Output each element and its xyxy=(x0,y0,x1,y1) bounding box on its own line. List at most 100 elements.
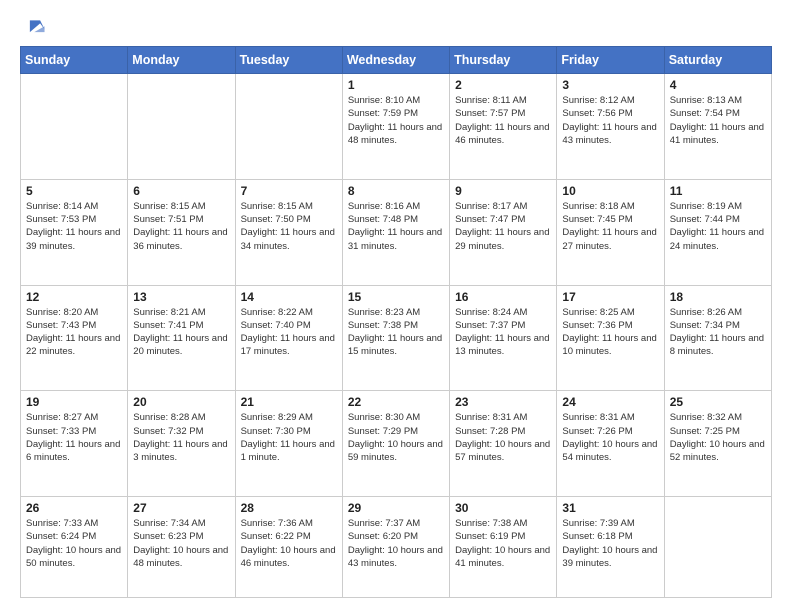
calendar-cell: 11 Sunrise: 8:19 AM Sunset: 7:44 PM Dayli… xyxy=(664,179,771,285)
calendar-cell xyxy=(235,74,342,180)
calendar-cell: 16 Sunrise: 8:24 AM Sunset: 7:37 PM Dayli… xyxy=(450,285,557,391)
calendar-cell: 23 Sunrise: 8:31 AM Sunset: 7:28 PM Dayli… xyxy=(450,391,557,497)
week-row-4: 19 Sunrise: 8:27 AM Sunset: 7:33 PM Dayli… xyxy=(21,391,772,497)
day-info: Sunrise: 8:21 AM Sunset: 7:41 PM Dayligh… xyxy=(133,306,229,359)
day-number: 3 xyxy=(562,78,658,92)
calendar-cell: 28 Sunrise: 7:36 AM Sunset: 6:22 PM Dayli… xyxy=(235,497,342,598)
calendar-cell: 5 Sunrise: 8:14 AM Sunset: 7:53 PM Daylig… xyxy=(21,179,128,285)
day-info: Sunrise: 7:34 AM Sunset: 6:23 PM Dayligh… xyxy=(133,517,229,570)
weekday-tuesday: Tuesday xyxy=(235,47,342,74)
week-row-3: 12 Sunrise: 8:20 AM Sunset: 7:43 PM Dayli… xyxy=(21,285,772,391)
week-row-1: 1 Sunrise: 8:10 AM Sunset: 7:59 PM Daylig… xyxy=(21,74,772,180)
day-number: 21 xyxy=(241,395,337,409)
calendar-cell: 2Sunrise: 8:11 AM Sunset: 7:57 PM Daylig… xyxy=(450,74,557,180)
calendar-cell: 14 Sunrise: 8:22 AM Sunset: 7:40 PM Dayli… xyxy=(235,285,342,391)
day-info: Sunrise: 8:17 AM Sunset: 7:47 PM Dayligh… xyxy=(455,200,551,253)
logo-icon xyxy=(24,16,46,38)
day-info: Sunrise: 8:25 AM Sunset: 7:36 PM Dayligh… xyxy=(562,306,658,359)
day-number: 5 xyxy=(26,184,122,198)
day-info: Sunrise: 8:16 AM Sunset: 7:48 PM Dayligh… xyxy=(348,200,444,253)
day-number: 30 xyxy=(455,501,551,515)
calendar-cell: 12 Sunrise: 8:20 AM Sunset: 7:43 PM Dayli… xyxy=(21,285,128,391)
day-number: 17 xyxy=(562,290,658,304)
calendar-cell: 22Sunrise: 8:30 AM Sunset: 7:29 PM Dayli… xyxy=(342,391,449,497)
day-info: Sunrise: 8:32 AM Sunset: 7:25 PM Dayligh… xyxy=(670,411,766,464)
day-info: Sunrise: 8:20 AM Sunset: 7:43 PM Dayligh… xyxy=(26,306,122,359)
day-number: 24 xyxy=(562,395,658,409)
week-row-2: 5 Sunrise: 8:14 AM Sunset: 7:53 PM Daylig… xyxy=(21,179,772,285)
day-number: 6 xyxy=(133,184,229,198)
calendar-cell xyxy=(128,74,235,180)
calendar-cell: 20 Sunrise: 8:28 AM Sunset: 7:32 PM Dayli… xyxy=(128,391,235,497)
calendar-cell: 15Sunrise: 8:23 AM Sunset: 7:38 PM Dayli… xyxy=(342,285,449,391)
day-number: 4 xyxy=(670,78,766,92)
calendar-cell: 24 Sunrise: 8:31 AM Sunset: 7:26 PM Dayli… xyxy=(557,391,664,497)
day-number: 23 xyxy=(455,395,551,409)
calendar-cell xyxy=(21,74,128,180)
day-info: Sunrise: 7:37 AM Sunset: 6:20 PM Dayligh… xyxy=(348,517,444,570)
weekday-sunday: Sunday xyxy=(21,47,128,74)
day-info: Sunrise: 7:33 AM Sunset: 6:24 PM Dayligh… xyxy=(26,517,122,570)
calendar-cell xyxy=(664,497,771,598)
day-number: 27 xyxy=(133,501,229,515)
calendar-cell: 9 Sunrise: 8:17 AM Sunset: 7:47 PM Daylig… xyxy=(450,179,557,285)
day-number: 20 xyxy=(133,395,229,409)
calendar-cell: 21 Sunrise: 8:29 AM Sunset: 7:30 PM Dayli… xyxy=(235,391,342,497)
weekday-monday: Monday xyxy=(128,47,235,74)
day-number: 10 xyxy=(562,184,658,198)
day-info: Sunrise: 8:15 AM Sunset: 7:50 PM Dayligh… xyxy=(241,200,337,253)
day-info: Sunrise: 8:23 AM Sunset: 7:38 PM Dayligh… xyxy=(348,306,444,359)
day-number: 19 xyxy=(26,395,122,409)
day-number: 1 xyxy=(348,78,444,92)
calendar-cell: 6 Sunrise: 8:15 AM Sunset: 7:51 PM Daylig… xyxy=(128,179,235,285)
day-info: Sunrise: 8:22 AM Sunset: 7:40 PM Dayligh… xyxy=(241,306,337,359)
day-info: Sunrise: 8:31 AM Sunset: 7:28 PM Dayligh… xyxy=(455,411,551,464)
day-info: Sunrise: 8:19 AM Sunset: 7:44 PM Dayligh… xyxy=(670,200,766,253)
day-number: 9 xyxy=(455,184,551,198)
day-info: Sunrise: 8:28 AM Sunset: 7:32 PM Dayligh… xyxy=(133,411,229,464)
day-info: Sunrise: 8:24 AM Sunset: 7:37 PM Dayligh… xyxy=(455,306,551,359)
calendar-cell: 27 Sunrise: 7:34 AM Sunset: 6:23 PM Dayli… xyxy=(128,497,235,598)
weekday-wednesday: Wednesday xyxy=(342,47,449,74)
day-info: Sunrise: 8:31 AM Sunset: 7:26 PM Dayligh… xyxy=(562,411,658,464)
calendar-cell: 13 Sunrise: 8:21 AM Sunset: 7:41 PM Dayli… xyxy=(128,285,235,391)
calendar-cell: 26Sunrise: 7:33 AM Sunset: 6:24 PM Dayli… xyxy=(21,497,128,598)
weekday-friday: Friday xyxy=(557,47,664,74)
calendar-cell: 8 Sunrise: 8:16 AM Sunset: 7:48 PM Daylig… xyxy=(342,179,449,285)
calendar-cell: 29 Sunrise: 7:37 AM Sunset: 6:20 PM Dayli… xyxy=(342,497,449,598)
day-number: 7 xyxy=(241,184,337,198)
day-number: 16 xyxy=(455,290,551,304)
day-info: Sunrise: 7:36 AM Sunset: 6:22 PM Dayligh… xyxy=(241,517,337,570)
day-number: 14 xyxy=(241,290,337,304)
calendar-cell: 7 Sunrise: 8:15 AM Sunset: 7:50 PM Daylig… xyxy=(235,179,342,285)
day-number: 12 xyxy=(26,290,122,304)
weekday-thursday: Thursday xyxy=(450,47,557,74)
day-number: 18 xyxy=(670,290,766,304)
calendar-table: SundayMondayTuesdayWednesdayThursdayFrid… xyxy=(20,46,772,598)
day-info: Sunrise: 8:15 AM Sunset: 7:51 PM Dayligh… xyxy=(133,200,229,253)
calendar-cell: 31Sunrise: 7:39 AM Sunset: 6:18 PM Dayli… xyxy=(557,497,664,598)
day-number: 29 xyxy=(348,501,444,515)
day-info: Sunrise: 8:12 AM Sunset: 7:56 PM Dayligh… xyxy=(562,94,658,147)
day-number: 11 xyxy=(670,184,766,198)
weekday-header-row: SundayMondayTuesdayWednesdayThursdayFrid… xyxy=(21,47,772,74)
calendar-cell: 1 Sunrise: 8:10 AM Sunset: 7:59 PM Daylig… xyxy=(342,74,449,180)
day-info: Sunrise: 8:10 AM Sunset: 7:59 PM Dayligh… xyxy=(348,94,444,147)
day-number: 8 xyxy=(348,184,444,198)
day-number: 28 xyxy=(241,501,337,515)
header xyxy=(20,18,772,38)
day-info: Sunrise: 8:29 AM Sunset: 7:30 PM Dayligh… xyxy=(241,411,337,464)
calendar-cell: 10Sunrise: 8:18 AM Sunset: 7:45 PM Dayli… xyxy=(557,179,664,285)
calendar-cell: 25Sunrise: 8:32 AM Sunset: 7:25 PM Dayli… xyxy=(664,391,771,497)
day-info: Sunrise: 8:13 AM Sunset: 7:54 PM Dayligh… xyxy=(670,94,766,147)
calendar-cell: 3 Sunrise: 8:12 AM Sunset: 7:56 PM Daylig… xyxy=(557,74,664,180)
calendar-cell: 17 Sunrise: 8:25 AM Sunset: 7:36 PM Dayli… xyxy=(557,285,664,391)
logo xyxy=(20,18,46,38)
day-number: 13 xyxy=(133,290,229,304)
day-info: Sunrise: 7:38 AM Sunset: 6:19 PM Dayligh… xyxy=(455,517,551,570)
calendar-cell: 18 Sunrise: 8:26 AM Sunset: 7:34 PM Dayli… xyxy=(664,285,771,391)
day-info: Sunrise: 8:14 AM Sunset: 7:53 PM Dayligh… xyxy=(26,200,122,253)
day-info: Sunrise: 8:26 AM Sunset: 7:34 PM Dayligh… xyxy=(670,306,766,359)
day-number: 2 xyxy=(455,78,551,92)
day-info: Sunrise: 8:27 AM Sunset: 7:33 PM Dayligh… xyxy=(26,411,122,464)
